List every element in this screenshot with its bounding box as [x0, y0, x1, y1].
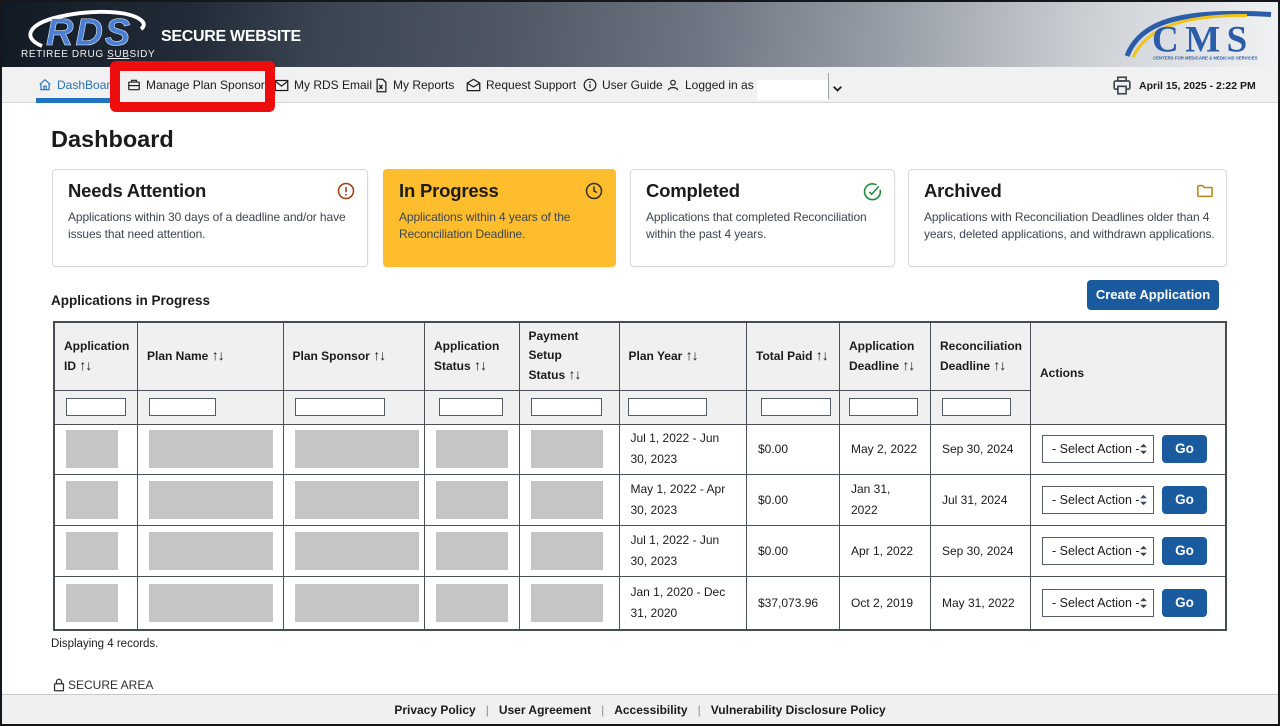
svg-text:CENTERS FOR MEDICARE & MEDICAI: CENTERS FOR MEDICARE & MEDICAID SERVICES: [1153, 56, 1258, 61]
svg-text:RETIREE DRUG SUBSIDY: RETIREE DRUG SUBSIDY: [21, 49, 155, 60]
svg-text:RDS: RDS: [46, 12, 132, 54]
svg-text:CMS: CMS: [1152, 20, 1254, 61]
